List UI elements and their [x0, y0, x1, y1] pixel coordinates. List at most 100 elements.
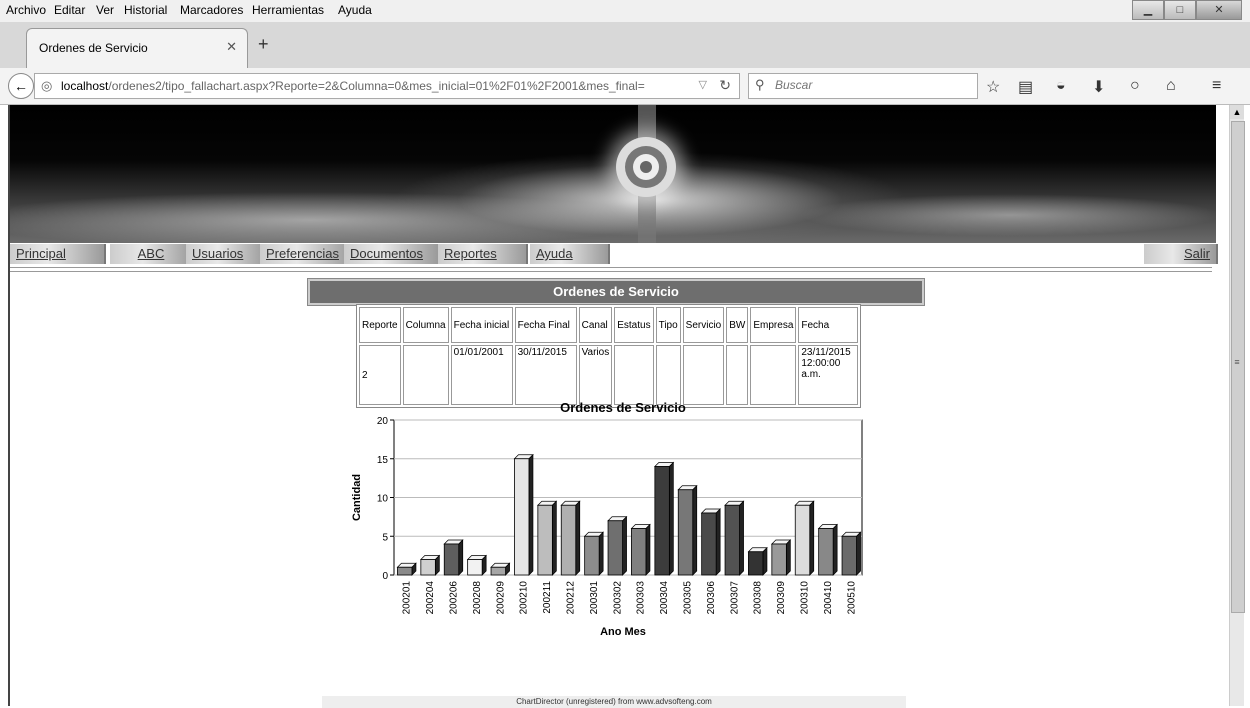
bar [513, 453, 534, 576]
reading-list-icon[interactable]: ▤ [1018, 77, 1033, 97]
x-tick-label: 200304 [659, 581, 670, 615]
x-tick-label: 200201 [402, 581, 413, 615]
close-window-icon[interactable]: ✕ [1196, 0, 1242, 20]
x-tick-label: 200301 [589, 581, 600, 615]
search-box[interactable]: ⚲ [748, 73, 978, 99]
table-header-row: Reporte Columna Fecha inicial Fecha Fina… [359, 307, 859, 343]
menu-archivo[interactable]: Archivo [6, 3, 46, 17]
header-cell: Fecha inicial [450, 307, 513, 343]
y-tick-label: 10 [377, 494, 389, 505]
x-tick-label: 200306 [706, 581, 717, 615]
globe-icon: ◎ [41, 78, 53, 93]
x-tick-label: 200308 [753, 581, 764, 615]
search-icon: ⚲ [755, 77, 765, 92]
window-controls: ▁ □ ✕ [1132, 0, 1242, 20]
x-tick-label: 200307 [729, 581, 740, 615]
download-icon[interactable]: ⬇ [1092, 77, 1105, 97]
header-cell: Reporte [359, 307, 401, 343]
y-tick-label: 20 [377, 416, 389, 427]
search-input[interactable] [773, 77, 973, 93]
target-logo [616, 137, 676, 197]
bar-chart: Ordenes de Servicio Cantidad Ano Mes 200… [351, 400, 863, 638]
chat-icon[interactable]: ○ [1130, 77, 1140, 95]
grip-icon: ≡ [1234, 357, 1240, 367]
scroll-up-arrow-icon[interactable]: ▲ [1230, 105, 1244, 119]
tab-close-icon[interactable]: ✕ [226, 39, 237, 55]
header-banner [10, 105, 1216, 243]
menu-ayuda[interactable]: Ayuda [338, 3, 372, 17]
maximize-icon[interactable]: □ [1164, 0, 1196, 20]
minimize-icon[interactable]: ▁ [1132, 0, 1164, 20]
nav-documentos[interactable]: Documentos [344, 244, 438, 264]
nav-divider [10, 267, 1212, 272]
bar [443, 539, 464, 576]
x-axis-label: Ano Mes [600, 626, 646, 638]
menu-bar: Archivo Editar Ver Historial Marcadores … [0, 0, 1250, 22]
header-cell: Empresa [750, 307, 797, 343]
bar [420, 554, 441, 576]
header-cell: Servicio [682, 307, 725, 343]
bar [654, 461, 675, 576]
header-cell: Fecha [798, 307, 859, 343]
hamburger-menu-icon[interactable]: ≡ [1212, 77, 1221, 95]
menu-marcadores[interactable]: Marcadores [180, 3, 243, 17]
home-icon[interactable]: ⌂ [1166, 77, 1176, 95]
back-arrow-icon[interactable]: ← [8, 73, 34, 99]
site-nav: Principal ABC Usuarios Preferencias Docu… [10, 243, 1216, 265]
scrollbar-thumb[interactable] [1231, 121, 1245, 613]
x-tick-label: 200310 [800, 581, 811, 615]
x-tick-label: 200206 [449, 581, 460, 615]
pocket-icon[interactable]: ◒ [1056, 77, 1066, 95]
x-tick-label: 200303 [636, 581, 647, 615]
tab-title: Ordenes de Servicio [39, 41, 148, 55]
y-tick-label: 15 [377, 455, 389, 466]
x-tick-label: 200410 [823, 581, 834, 615]
nav-preferencias[interactable]: Preferencias [260, 244, 352, 264]
bar [583, 531, 604, 576]
nav-abc[interactable]: ABC [110, 244, 192, 264]
menu-historial[interactable]: Historial [124, 3, 167, 17]
page-viewport: Principal ABC Usuarios Preferencias Docu… [0, 105, 1250, 708]
bar [490, 562, 511, 576]
nav-salir[interactable]: Salir [1144, 244, 1216, 264]
bar [607, 515, 628, 576]
menu-herramientas[interactable]: Herramientas [252, 3, 324, 17]
bar [466, 554, 487, 576]
browser-tab[interactable]: Ordenes de Servicio ✕ [26, 28, 248, 69]
bar [630, 523, 651, 576]
address-bar[interactable]: ◎ localhost/ordenes2/tipo_fallachart.asp… [34, 73, 740, 99]
vertical-scrollbar[interactable]: ▲ ≡ [1229, 105, 1245, 706]
nav-ayuda[interactable]: Ayuda [530, 244, 608, 264]
header-cell: Canal [578, 307, 613, 343]
dropdown-arrow-icon[interactable]: ▽ [699, 78, 707, 91]
x-tick-label: 200510 [846, 581, 857, 615]
menu-editar[interactable]: Editar [54, 3, 85, 17]
bookmark-star-icon[interactable]: ☆ [986, 77, 1000, 97]
header-cell: Columna [402, 307, 449, 343]
menu-ver[interactable]: Ver [96, 3, 114, 17]
x-tick-label: 200211 [542, 581, 553, 614]
nav-usuarios[interactable]: Usuarios [186, 244, 266, 264]
x-tick-label: 200212 [566, 581, 577, 615]
bar [677, 484, 698, 576]
bar [724, 500, 745, 576]
bar [700, 508, 721, 576]
x-tick-label: 200209 [495, 581, 506, 615]
bar [771, 539, 792, 576]
nav-reportes[interactable]: Reportes [438, 244, 526, 264]
new-tab-icon[interactable]: + [258, 34, 269, 55]
bar [841, 531, 862, 576]
report-params-table: Reporte Columna Fecha inicial Fecha Fina… [356, 304, 862, 408]
x-tick-label: 200309 [776, 581, 787, 615]
bar [747, 546, 768, 576]
reload-icon[interactable]: ↻ [719, 77, 731, 94]
bar [794, 500, 815, 576]
header-cell: Estatus [614, 307, 654, 343]
x-tick-label: 200305 [683, 581, 694, 615]
tab-strip: Ordenes de Servicio ✕ + [0, 22, 1250, 69]
bar [817, 523, 838, 576]
nav-principal[interactable]: Principal [10, 244, 104, 264]
x-tick-label: 200302 [612, 581, 623, 615]
chart-title: Ordenes de Servicio [560, 400, 686, 415]
url-text: localhost/ordenes2/tipo_fallachart.aspx?… [61, 79, 645, 93]
